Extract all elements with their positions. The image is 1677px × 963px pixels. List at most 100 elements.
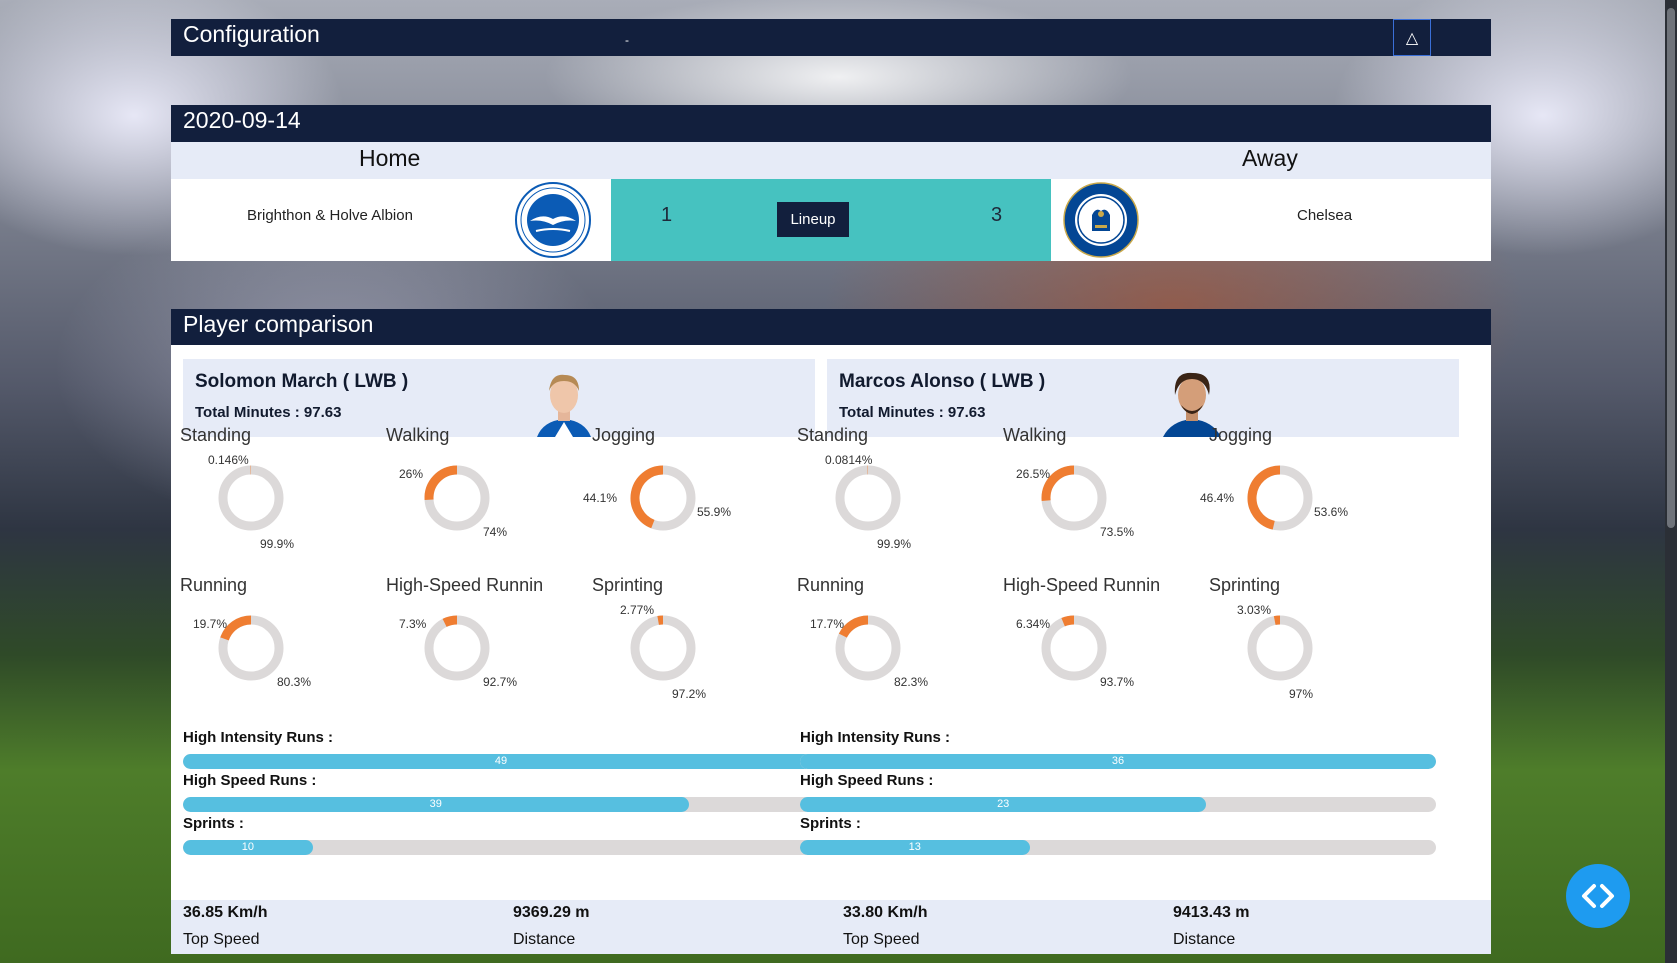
home-team-name: Brighthon & Holve Albion bbox=[247, 207, 413, 224]
donut-remainder-arc bbox=[630, 615, 696, 681]
home-score: 1 bbox=[661, 204, 673, 226]
metric-bar-value: 49 bbox=[494, 755, 508, 767]
chelsea-crest-icon bbox=[1062, 181, 1140, 264]
donut-value-label: 0.146% bbox=[208, 453, 249, 467]
chevron-left-right-icon bbox=[1582, 884, 1614, 908]
collapse-toggle-button[interactable]: △ bbox=[1393, 19, 1431, 56]
donut-remainder-label: 80.3% bbox=[277, 675, 312, 689]
distance-value: 9413.43 m bbox=[1173, 904, 1250, 921]
donut-remainder-arc bbox=[1247, 615, 1313, 681]
metric-bar-value: 23 bbox=[997, 798, 1010, 810]
donut-value-label: 44.1% bbox=[583, 491, 618, 505]
donut-remainder-arc bbox=[424, 615, 490, 681]
donut-chart bbox=[424, 615, 490, 681]
donut-chart bbox=[1247, 465, 1313, 531]
donut-value-label: 19.7% bbox=[193, 617, 228, 631]
donut-value-arc bbox=[1247, 465, 1281, 530]
activity-donut: Jogging 44.1% 55.9% bbox=[583, 425, 803, 585]
metric-label: High Intensity Runs : bbox=[800, 729, 950, 746]
donut-remainder-label: 99.9% bbox=[260, 537, 295, 551]
donut-chart bbox=[1041, 615, 1107, 681]
donut-value-arc bbox=[442, 615, 458, 628]
metric-bar-value: 13 bbox=[908, 841, 921, 853]
lineup-button[interactable]: Lineup bbox=[777, 202, 849, 237]
donut-chart bbox=[835, 465, 901, 531]
metric-bar-track: 13 bbox=[800, 840, 1436, 855]
donut-value-label: 7.3% bbox=[399, 617, 427, 631]
distance-label: Distance bbox=[513, 931, 576, 948]
donut-value-arc bbox=[630, 465, 664, 529]
scrollbar-thumb[interactable] bbox=[1667, 8, 1675, 528]
donut-value-arc bbox=[838, 615, 869, 638]
brighton-crest-icon bbox=[514, 181, 592, 264]
donut-remainder-arc bbox=[1041, 615, 1107, 681]
donut-value-label: 26.5% bbox=[1016, 467, 1051, 481]
donut-value-label: 0.0814% bbox=[825, 453, 873, 467]
player-comparison-title: Player comparison bbox=[183, 311, 374, 337]
activity-donut: Walking 26.5% 73.5% bbox=[994, 425, 1214, 585]
top-speed-value: 33.80 Km/h bbox=[843, 904, 928, 921]
donut-remainder-label: 82.3% bbox=[894, 675, 929, 689]
donut-remainder-label: 92.7% bbox=[483, 675, 518, 689]
metric-bar-track: 49 bbox=[183, 754, 819, 769]
donut-chart bbox=[1041, 465, 1107, 531]
metric-label: Sprints : bbox=[800, 815, 861, 832]
donut-remainder-label: 73.5% bbox=[1100, 525, 1135, 539]
match-row: Brighthon & Holve Albion 1 Lineup 3 Chel… bbox=[171, 179, 1491, 261]
donut-value-arc bbox=[424, 465, 458, 501]
donut-chart bbox=[630, 465, 696, 531]
donut-remainder-label: 97.2% bbox=[672, 687, 707, 701]
metric-bar-track: 23 bbox=[800, 797, 1436, 812]
metric-bar-fill: 13 bbox=[800, 840, 1030, 855]
player-name: Solomon March ( LWB ) bbox=[195, 371, 409, 392]
donut-remainder-label: 53.6% bbox=[1314, 505, 1349, 519]
match-date: 2020-09-14 bbox=[183, 107, 301, 133]
donut-chart bbox=[1247, 615, 1313, 681]
player-minutes: Total Minutes : 97.63 bbox=[839, 404, 986, 421]
metric-bar-value: 39 bbox=[429, 798, 442, 810]
donut-chart bbox=[424, 465, 490, 531]
metric-label: High Intensity Runs : bbox=[183, 729, 333, 746]
speed-distance-strip: 36.85 Km/h Top Speed 9369.29 m Distance … bbox=[171, 900, 1491, 954]
match-side-labels: Home Away bbox=[171, 142, 1491, 179]
donut-value-arc bbox=[220, 615, 252, 641]
activity-donut: High-Speed Runnin 6.34% 93.7% bbox=[994, 575, 1214, 735]
activity-donut: Running 17.7% 82.3% bbox=[788, 575, 1008, 735]
activity-donut: Running 19.7% 80.3% bbox=[171, 575, 391, 735]
donut-value-arc bbox=[1273, 615, 1281, 625]
top-speed-label: Top Speed bbox=[183, 931, 260, 948]
player-name: Marcos Alonso ( LWB ) bbox=[839, 371, 1046, 392]
donut-chart bbox=[218, 615, 284, 681]
away-team-name: Chelsea bbox=[1297, 207, 1353, 224]
home-label: Home bbox=[359, 145, 421, 171]
donut-remainder-label: 55.9% bbox=[697, 505, 732, 519]
triangle-up-icon: △ bbox=[1405, 29, 1419, 47]
donut-remainder-label: 97% bbox=[1289, 687, 1314, 701]
configuration-title: Configuration bbox=[183, 21, 320, 47]
donut-value-label: 3.03% bbox=[1237, 603, 1272, 617]
donut-value-label: 17.7% bbox=[810, 617, 845, 631]
configuration-header: Configuration - △ bbox=[171, 19, 1491, 56]
top-speed-label: Top Speed bbox=[843, 931, 920, 948]
metric-bar-track: 39 bbox=[183, 797, 819, 812]
metric-bar-fill: 23 bbox=[800, 797, 1207, 812]
player-minutes: Total Minutes : 97.63 bbox=[195, 404, 342, 421]
metric-label: High Speed Runs : bbox=[800, 772, 934, 789]
donut-remainder-arc bbox=[218, 465, 284, 531]
page-scrollbar[interactable] bbox=[1665, 0, 1677, 963]
donut-chart bbox=[218, 465, 284, 531]
donut-remainder-arc bbox=[835, 465, 901, 531]
activity-donut: Sprinting 2.77% 97.2% bbox=[583, 575, 803, 735]
metric-bar-fill: 39 bbox=[183, 797, 689, 812]
donut-value-arc bbox=[1061, 615, 1075, 627]
match-date-header: 2020-09-14 bbox=[171, 105, 1491, 142]
donut-remainder-label: 93.7% bbox=[1100, 675, 1135, 689]
score-box: 1 Lineup 3 bbox=[611, 179, 1051, 261]
code-nav-button[interactable] bbox=[1566, 864, 1630, 928]
activity-donut: High-Speed Runnin 7.3% 92.7% bbox=[377, 575, 597, 735]
metric-label: High Speed Runs : bbox=[183, 772, 317, 789]
activity-donut: Sprinting 3.03% 97% bbox=[1200, 575, 1420, 735]
away-label: Away bbox=[1242, 145, 1298, 171]
metric-bar-track: 10 bbox=[183, 840, 819, 855]
donut-value-label: 26% bbox=[399, 467, 424, 481]
